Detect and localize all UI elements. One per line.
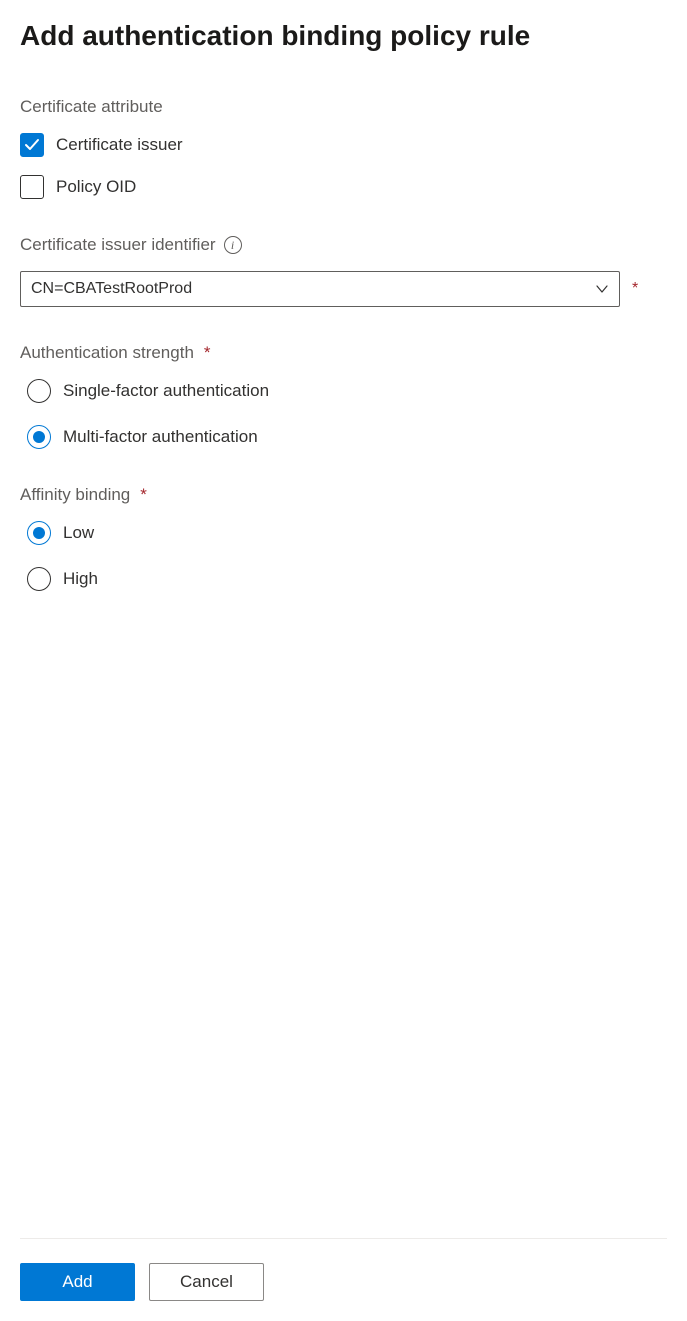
issuer-identifier-value: CN=CBATestRootProd [31, 280, 192, 298]
issuer-identifier-label-text: Certificate issuer identifier [20, 235, 216, 255]
footer-divider [20, 1238, 667, 1239]
checkbox-certificate-issuer[interactable] [20, 133, 44, 157]
certificate-attribute-group: Certificate attribute Certificate issuer… [20, 97, 667, 199]
radio-multi-factor[interactable] [27, 425, 51, 449]
affinity-binding-label: Affinity binding * [20, 485, 667, 505]
required-mark-auth: * [204, 343, 211, 363]
radio-label-multi-factor: Multi-factor authentication [63, 427, 258, 447]
issuer-identifier-group: Certificate issuer identifier i CN=CBATe… [20, 235, 667, 307]
checkmark-icon [24, 137, 40, 153]
certificate-attribute-label: Certificate attribute [20, 97, 667, 117]
radio-row-multi-factor[interactable]: Multi-factor authentication [20, 425, 667, 449]
affinity-binding-group: Affinity binding * Low High [20, 485, 667, 591]
radio-dot-icon [33, 431, 45, 443]
button-row: Add Cancel [20, 1263, 667, 1301]
radio-single-factor[interactable] [27, 379, 51, 403]
add-button[interactable]: Add [20, 1263, 135, 1301]
auth-strength-group: Authentication strength * Single-factor a… [20, 343, 667, 449]
checkbox-row-certificate-issuer[interactable]: Certificate issuer [20, 133, 667, 157]
affinity-binding-label-text: Affinity binding [20, 485, 130, 505]
radio-row-high[interactable]: High [20, 567, 667, 591]
required-mark-issuer: * [632, 280, 638, 298]
issuer-identifier-label: Certificate issuer identifier i [20, 235, 667, 255]
issuer-identifier-dropdown[interactable]: CN=CBATestRootProd [20, 271, 620, 307]
auth-strength-label-text: Authentication strength [20, 343, 194, 363]
radio-row-low[interactable]: Low [20, 521, 667, 545]
radio-dot-icon [33, 527, 45, 539]
checkbox-row-policy-oid[interactable]: Policy OID [20, 175, 667, 199]
page-title: Add authentication binding policy rule [20, 20, 667, 52]
checkbox-label-policy-oid: Policy OID [56, 177, 136, 197]
info-icon[interactable]: i [224, 236, 242, 254]
checkbox-label-certificate-issuer: Certificate issuer [56, 135, 183, 155]
radio-label-high: High [63, 569, 98, 589]
checkbox-policy-oid[interactable] [20, 175, 44, 199]
chevron-down-icon [595, 282, 609, 296]
radio-label-low: Low [63, 523, 94, 543]
auth-strength-label: Authentication strength * [20, 343, 667, 363]
radio-high[interactable] [27, 567, 51, 591]
issuer-dropdown-wrapper: CN=CBATestRootProd * [20, 271, 667, 307]
cancel-button[interactable]: Cancel [149, 1263, 264, 1301]
footer: Add Cancel [20, 1238, 667, 1301]
radio-row-single-factor[interactable]: Single-factor authentication [20, 379, 667, 403]
required-mark-affinity: * [140, 485, 147, 505]
radio-label-single-factor: Single-factor authentication [63, 381, 269, 401]
radio-low[interactable] [27, 521, 51, 545]
